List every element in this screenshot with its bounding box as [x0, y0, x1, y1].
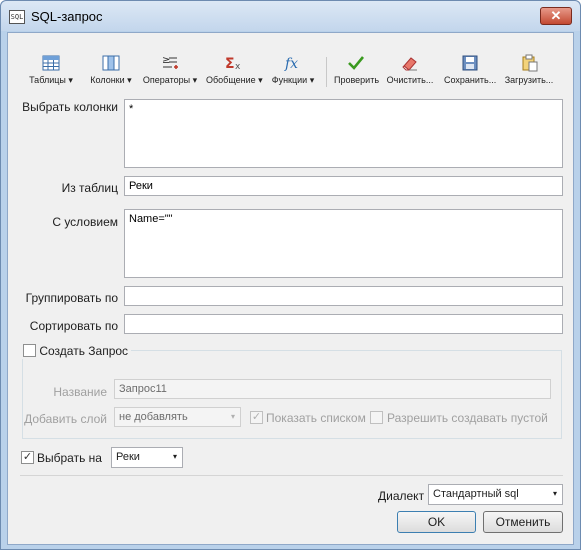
columns-icon: [88, 53, 134, 73]
from-tables-field[interactable]: Реки: [124, 176, 563, 196]
toolbar: Таблицы ▾ Колонки ▾ ≥ Операторы ▾ Σx Обо…: [8, 33, 573, 91]
create-query-checkbox[interactable]: [23, 344, 36, 358]
chevron-down-icon: ▾: [68, 75, 73, 85]
dialect-label: Диалект: [378, 489, 425, 503]
ok-button[interactable]: OK: [397, 511, 476, 533]
chevron-down-icon: ▾: [258, 75, 263, 85]
group-by-label: Группировать по: [25, 291, 118, 305]
chevron-down-icon: ▾: [172, 452, 177, 461]
save-label: Сохранить...: [444, 75, 497, 85]
chevron-down-icon: ▾: [309, 75, 315, 85]
show-list-label: Показать списком: [266, 411, 366, 425]
operators-label: Операторы: [142, 75, 191, 85]
chevron-down-icon: ▾: [192, 75, 198, 85]
title-bar[interactable]: SQL SQL-запрос ✕: [1, 1, 580, 31]
aggregate-label: Обобщение: [206, 75, 256, 85]
select-columns-field[interactable]: *: [124, 99, 563, 168]
add-layer-value: не добавлять: [119, 411, 188, 423]
divider: [20, 475, 563, 476]
sql-query-dialog: SQL SQL-запрос ✕ Таблицы ▾ Колонки ▾ ≥ О…: [0, 0, 581, 550]
eraser-icon: [386, 53, 434, 73]
operators-button[interactable]: ≥ Операторы ▾: [142, 53, 198, 87]
from-tables-label: Из таблиц: [61, 181, 118, 195]
save-button[interactable]: Сохранить...: [444, 53, 496, 87]
operators-icon: ≥: [142, 53, 198, 73]
dialog-body: Таблицы ▾ Колонки ▾ ≥ Операторы ▾ Σx Обо…: [7, 32, 574, 545]
select-on-dropdown[interactable]: Реки ▾: [111, 447, 183, 468]
table-icon: [28, 53, 74, 73]
create-query-legend[interactable]: Создать Запрос: [20, 343, 132, 359]
show-list-checkbox[interactable]: ✓: [250, 411, 263, 424]
where-label: С условием: [52, 215, 118, 229]
tables-label: Таблицы: [29, 75, 66, 85]
toolbar-separator: [326, 57, 327, 87]
chevron-down-icon: ▾: [552, 489, 557, 498]
query-name-field[interactable]: Запрос11: [114, 379, 551, 399]
svg-text:Σ: Σ: [225, 56, 235, 71]
select-on-value: Реки: [116, 451, 140, 463]
select-columns-label: Выбрать колонки: [22, 100, 118, 114]
load-icon: [504, 53, 554, 73]
functions-button[interactable]: fx Функции ▾: [270, 53, 316, 87]
clear-button[interactable]: Очистить...: [386, 53, 434, 87]
dialect-value: Стандартный sql: [433, 488, 519, 500]
sql-file-icon: SQL: [9, 10, 25, 24]
load-label: Загрузить...: [504, 75, 554, 85]
close-button[interactable]: ✕: [540, 7, 572, 25]
chevron-down-icon: ▾: [230, 412, 235, 421]
checkmark-icon: [334, 53, 378, 73]
svg-text:x: x: [235, 62, 241, 71]
cancel-button[interactable]: Отменить: [483, 511, 563, 533]
order-by-field[interactable]: [124, 314, 563, 334]
add-layer-select[interactable]: не добавлять ▾: [114, 407, 241, 427]
create-query-label: Создать Запрос: [39, 343, 129, 358]
dialect-dropdown[interactable]: Стандартный sql ▾: [428, 484, 563, 505]
columns-button[interactable]: Колонки ▾: [88, 53, 134, 87]
clear-label: Очистить...: [386, 75, 434, 85]
chevron-down-icon: ▾: [127, 75, 132, 85]
check-label: Проверить: [334, 75, 380, 85]
allow-empty-checkbox[interactable]: [370, 411, 383, 424]
check-button[interactable]: Проверить: [334, 53, 380, 87]
sigma-icon: Σx: [206, 53, 262, 73]
fx-icon: fx: [270, 53, 316, 73]
group-by-field[interactable]: [124, 286, 563, 306]
tables-button[interactable]: Таблицы ▾: [28, 53, 74, 87]
load-button[interactable]: Загрузить...: [504, 53, 554, 87]
where-field[interactable]: Name="": [124, 209, 563, 278]
functions-label: Функции: [271, 75, 308, 85]
select-on-checkbox[interactable]: ✓: [21, 451, 34, 464]
query-name-label: Название: [53, 385, 107, 399]
add-layer-label: Добавить слой: [24, 412, 107, 426]
aggregate-button[interactable]: Σx Обобщение ▾: [206, 53, 263, 87]
columns-label: Колонки: [90, 75, 125, 85]
order-by-label: Сортировать по: [29, 319, 118, 333]
save-icon: [444, 53, 496, 73]
svg-text:≥: ≥: [162, 55, 170, 66]
window-title: SQL-запрос: [31, 9, 103, 24]
allow-empty-label: Разрешить создавать пустой: [387, 411, 548, 425]
svg-text:fx: fx: [284, 56, 298, 71]
select-on-label: Выбрать на: [37, 451, 102, 465]
